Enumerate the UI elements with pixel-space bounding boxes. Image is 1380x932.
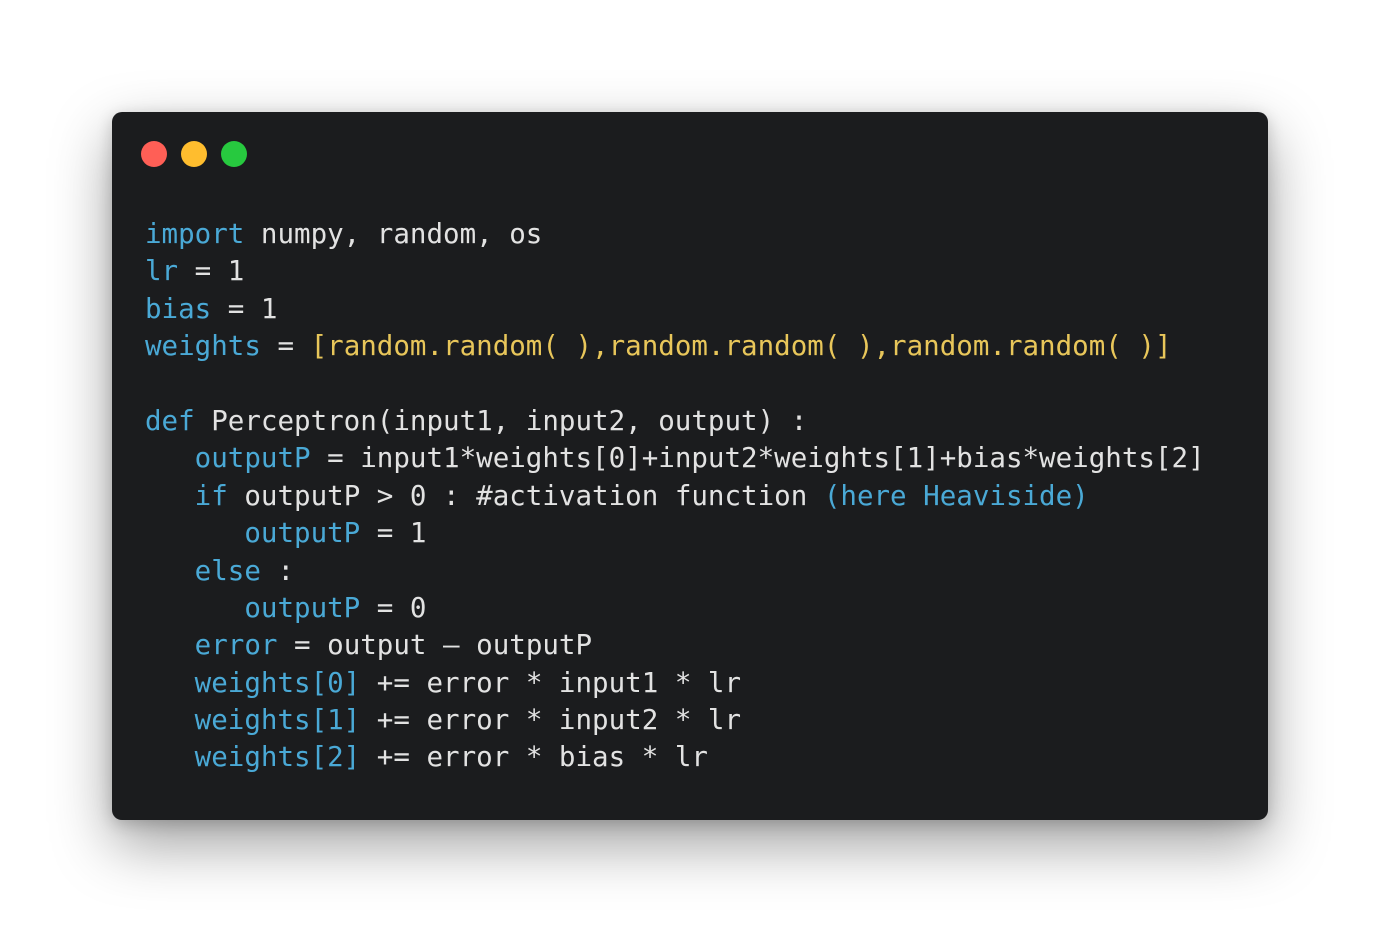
code-line: weights[0] += error * input1 * lr: [145, 665, 1205, 702]
window-controls: [141, 141, 247, 167]
code-token: weights[2]: [194, 741, 361, 774]
code-token: import: [145, 218, 245, 250]
code-line: bias = 1: [145, 291, 1205, 328]
code-token: error: [194, 629, 278, 662]
code-line: import numpy, random, os: [145, 216, 1205, 253]
code-token: outputP > 0 : #activation function: [227, 479, 824, 512]
code-line: else :: [145, 553, 1205, 590]
code-token: outputP: [244, 591, 361, 624]
code-token: = 1: [178, 255, 245, 288]
code-token: += error * input1 * lr: [360, 666, 742, 699]
code-token: outputP: [194, 442, 311, 475]
code-token: =: [260, 330, 311, 363]
code-token: += error * input2 * lr: [360, 704, 742, 737]
minimize-button[interactable]: [181, 141, 207, 167]
code-line: lr = 1: [145, 253, 1205, 290]
code-token: numpy, random, os: [244, 218, 543, 250]
code-block: import numpy, random, os lr = 1 bias = 1 we…: [145, 216, 1205, 777]
code-window: import numpy, random, os lr = 1 bias = 1 we…: [112, 112, 1268, 820]
code-token: Perceptron(input1, input2, output) :: [194, 404, 808, 437]
code-token: def: [145, 404, 195, 437]
code-token: bias: [145, 292, 212, 325]
code-line: outputP = 0: [145, 590, 1205, 627]
code-token: weights[0]: [194, 666, 361, 699]
code-line: outputP = input1*weights[0]+input2*weigh…: [145, 440, 1205, 477]
maximize-button[interactable]: [221, 141, 247, 167]
code-token: else: [194, 554, 261, 587]
code-token: = 1: [211, 292, 278, 325]
code-token: = 1: [360, 517, 427, 550]
code-token: += error * bias * lr: [360, 741, 708, 774]
code-token: :: [260, 554, 295, 587]
code-line: weights[1] += error * input2 * lr: [145, 702, 1205, 739]
code-token: = output – outputP: [277, 629, 593, 662]
code-token: [random.random( ),random.random( ),rando…: [310, 330, 1172, 363]
code-token: if: [194, 479, 228, 512]
close-button[interactable]: [141, 141, 167, 167]
code-token: = 0: [360, 591, 427, 624]
code-line: error = output – outputP: [145, 627, 1205, 664]
code-token: outputP: [244, 517, 361, 550]
code-token: weights: [145, 330, 261, 363]
code-token: = input1*weights[0]+input2*weights[1]+bi…: [310, 442, 1205, 475]
code-line: outputP = 1: [145, 515, 1205, 552]
code-line: weights[2] += error * bias * lr: [145, 739, 1205, 776]
code-token: lr: [145, 255, 179, 288]
code-line: def Perceptron(input1, input2, output) :: [145, 403, 1205, 440]
code-line: if outputP > 0 : #activation function (h…: [145, 478, 1205, 515]
code-token: weights[1]: [194, 704, 361, 737]
code-token: (here Heaviside): [823, 479, 1089, 512]
code-line: weights = [random.random( ),random.rando…: [145, 328, 1205, 365]
